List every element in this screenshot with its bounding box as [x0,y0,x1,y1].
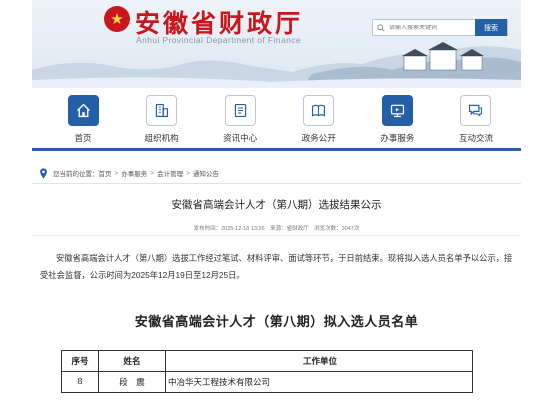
nav-label: 组织机构 [144,133,179,143]
document-icon [224,95,256,126]
breadcrumb-notices[interactable]: 通知公告 [193,168,219,178]
publish-time: 发布时间：2025-12-18 13:26 [193,226,265,232]
monitor-icon [381,95,413,126]
nav-divider [32,148,521,151]
candidate-table: 序号 姓名 工作单位 8 段 震 中冶华天工程技术有限公司 [61,350,473,393]
nav-item-interaction[interactable]: 互动交流 [448,88,504,148]
search-form: 搜索 [372,19,508,36]
search-input[interactable] [389,24,473,31]
nav-label: 办事服务 [380,133,415,143]
col-header-name: 姓名 [98,350,166,372]
cell-number: 8 [61,371,99,393]
col-header-employer: 工作单位 [165,350,473,372]
breadcrumb-separator: > [150,169,155,177]
table-row: 8 段 震 中冶华天工程技术有限公司 [61,371,473,393]
breadcrumb-prefix: 您当前的位置： [53,171,99,178]
location-pin-icon [39,167,48,179]
main-nav: 首页 组织机构 资讯中心 政务公开 办事服务 互动交流 [32,88,521,148]
view-count: 浏览次数：3047次 [314,226,360,232]
col-header-number: 序号 [61,350,99,372]
breadcrumb-divider [32,183,521,184]
cell-name: 段 震 [98,371,166,393]
site-subtitle: Anhui Provincial Department of Finance [136,35,301,45]
nav-item-services[interactable]: 办事服务 [369,88,425,148]
article-title: 安徽省高端会计人才（第八期）选拔结果公示 [171,199,382,211]
breadcrumb-home[interactable]: 首页 [99,168,112,178]
book-icon [303,95,335,126]
breadcrumb-services[interactable]: 办事服务 [121,168,147,178]
article-source: 来源：省财政厅 [270,226,309,232]
breadcrumb: 您当前的位置： 首页 > 办事服务 > 会计管理 > 通知公告 [39,166,219,180]
emblem-icon: ★ [104,6,130,32]
nav-item-news[interactable]: 资讯中心 [212,88,268,148]
nav-item-home[interactable]: 首页 [55,88,111,148]
breadcrumb-accounting[interactable]: 会计管理 [157,168,183,178]
table-header-row: 序号 姓名 工作单位 [61,350,473,372]
article-body: 安徽省高端会计人才（第八期）选拔工作经过笔试、材料评审、面试等环节，于日前结束。… [40,253,513,280]
header-banner: ★ 安徽省财政厅 Anhui Provincial Department of … [32,0,521,88]
nav-label: 互动交流 [458,133,493,143]
meta-divider [32,235,521,236]
home-icon [67,95,99,126]
search-icon [373,23,389,32]
breadcrumb-separator: > [186,169,190,177]
nav-item-disclosure[interactable]: 政务公开 [291,88,347,148]
nav-label: 政务公开 [301,133,336,143]
nav-label: 首页 [74,133,92,143]
list-title: 安徽省高端会计人才（第八期）拟入选人员名单 [134,315,419,330]
building-icon [146,95,178,126]
article-meta: 发布时间：2025-12-18 13:26 来源：省财政厅 浏览次数：3047次 [0,224,553,232]
chat-icon [460,95,492,126]
breadcrumb-separator: > [114,169,119,177]
cell-employer: 中冶华天工程技术有限公司 [165,371,473,393]
search-button[interactable]: 搜索 [475,19,507,36]
nav-item-organization[interactable]: 组织机构 [134,88,190,148]
nav-label: 资讯中心 [223,133,258,143]
